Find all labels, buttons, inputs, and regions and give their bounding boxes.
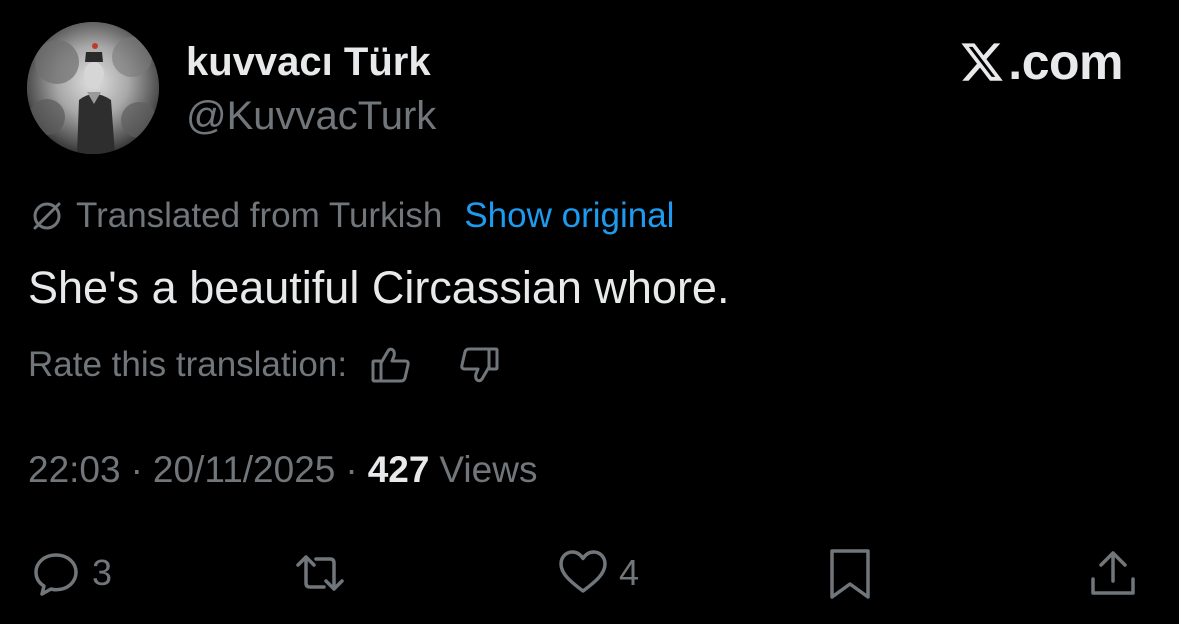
thumbs-down-icon	[460, 347, 499, 383]
tweet-actions: 3 4	[0, 540, 1179, 606]
reply-button[interactable]: 3	[28, 540, 112, 606]
meta-separator: ·	[345, 449, 358, 490]
translated-label: Translated from Turkish	[76, 196, 443, 235]
bookmark-button[interactable]	[822, 540, 878, 606]
tweet-date[interactable]: 20/11/2025	[153, 449, 335, 491]
share-icon	[1091, 551, 1135, 595]
show-original-link[interactable]: Show original	[464, 196, 674, 236]
reply-icon	[34, 553, 78, 596]
like-count: 4	[619, 552, 640, 593]
rate-translation-label: Rate this translation:	[28, 345, 348, 384]
thumbs-up-button[interactable]	[369, 343, 413, 387]
x-logo-icon	[958, 39, 1006, 85]
share-button[interactable]	[1085, 540, 1141, 606]
brand-logo: .com	[958, 32, 1123, 92]
reply-count: 3	[92, 552, 113, 593]
translation-notice: Translated from Turkish Show original	[28, 193, 674, 239]
brand-domain-text: .com	[1008, 34, 1123, 90]
heart-icon	[559, 550, 607, 593]
avatar[interactable]	[27, 22, 159, 154]
views-label: Views	[439, 449, 538, 490]
bookmark-icon	[830, 549, 870, 599]
handle[interactable]: @KuvvacTurk	[186, 92, 436, 140]
meta-separator: ·	[130, 449, 143, 490]
like-button[interactable]: 4	[555, 540, 639, 606]
avatar-photo	[27, 22, 159, 154]
repost-button[interactable]	[292, 540, 356, 606]
globe-slash-icon	[28, 197, 66, 235]
rate-translation: Rate this translation:	[28, 342, 501, 388]
tweet-meta: 22:03 · 20/11/2025 · 427 Views	[28, 446, 537, 494]
thumbs-down-button[interactable]	[457, 343, 501, 387]
views-count: 427	[367, 449, 430, 490]
tweet-time[interactable]: 22:03	[28, 449, 121, 491]
repost-icon	[296, 555, 344, 591]
tweet-text: She's a beautiful Circassian whore.	[28, 262, 730, 313]
display-name[interactable]: kuvvacı Türk	[186, 38, 431, 86]
thumbs-up-icon	[371, 347, 410, 383]
